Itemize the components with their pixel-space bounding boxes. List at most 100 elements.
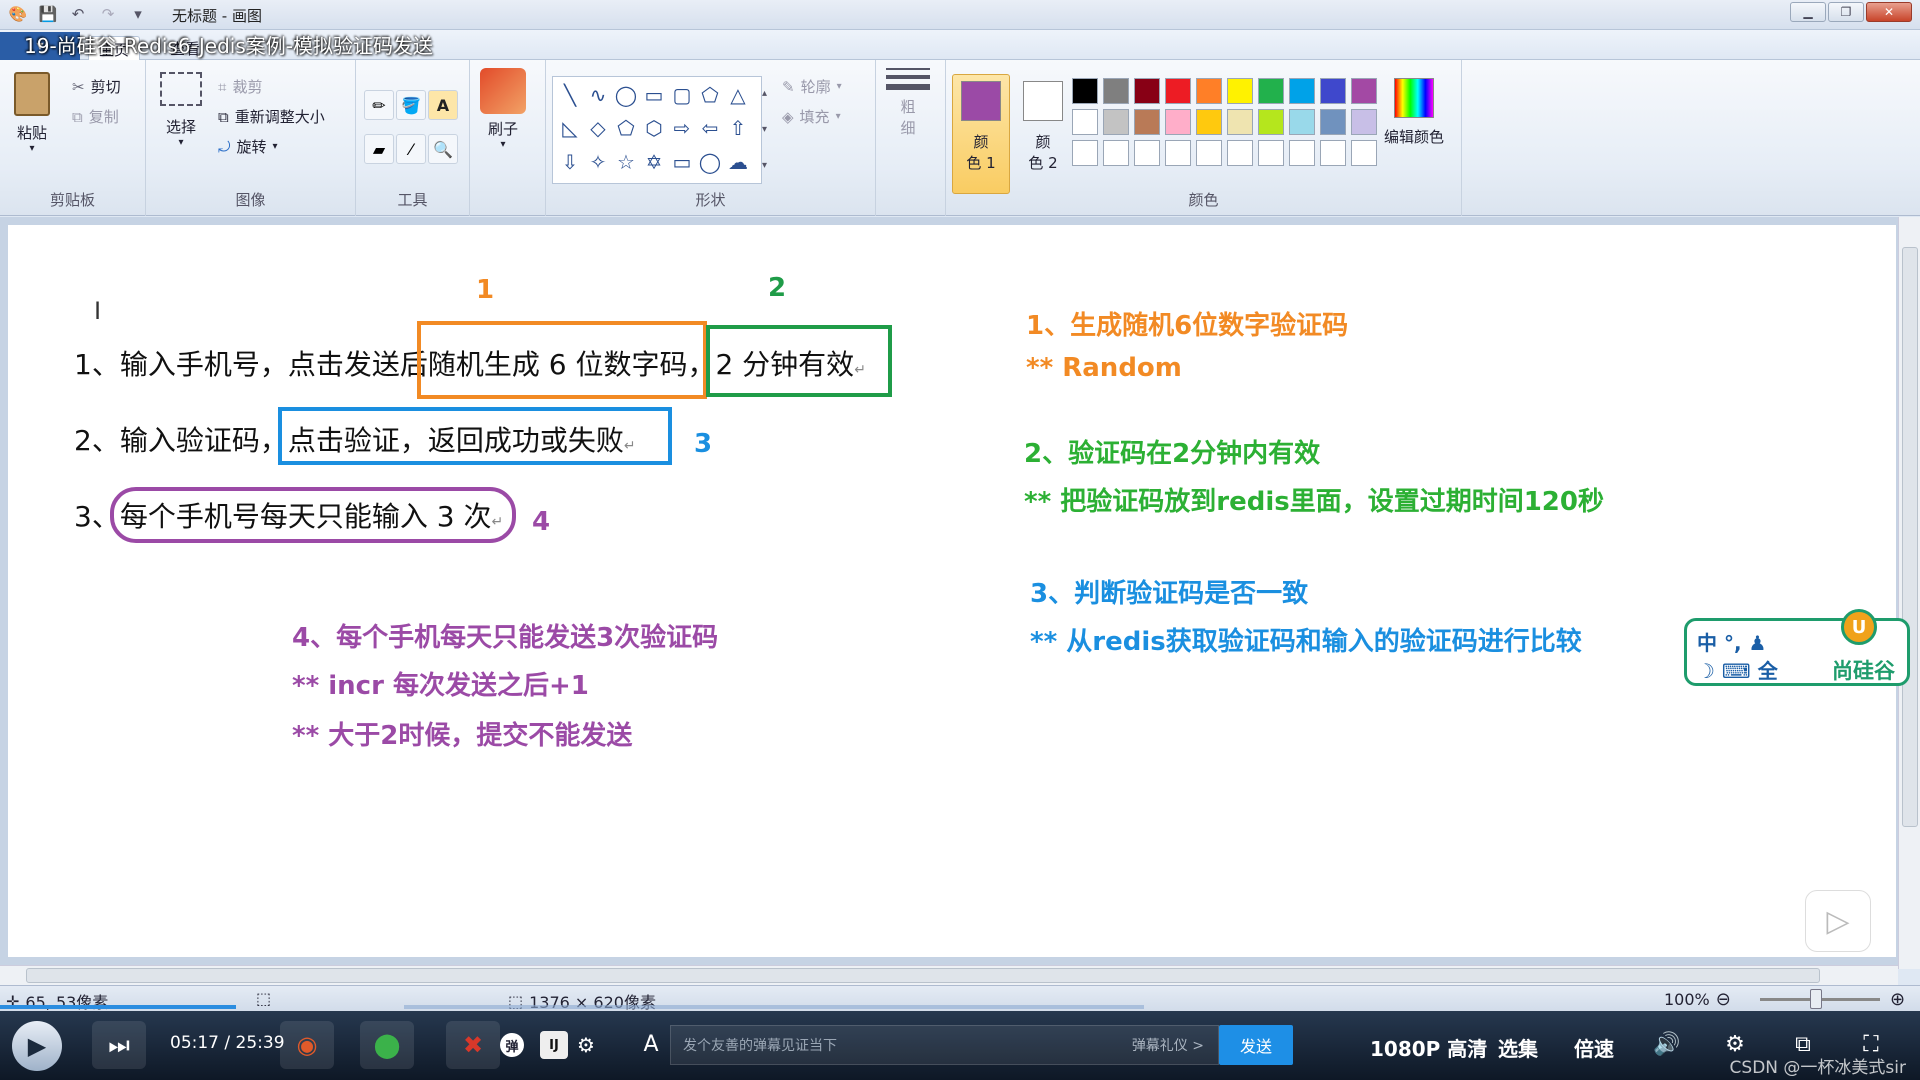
five-point-star-shape-icon[interactable]: ☆	[613, 148, 639, 176]
font-icon[interactable]: A	[636, 1029, 666, 1059]
palette-swatch[interactable]	[1165, 140, 1191, 166]
pentagon-shape-icon[interactable]: ⬠	[613, 114, 639, 142]
text-icon[interactable]: A	[428, 90, 458, 120]
palette-swatch[interactable]	[1227, 78, 1253, 104]
danmu-settings-icon[interactable]: ⚙	[572, 1031, 600, 1059]
curve-shape-icon[interactable]: ∿	[585, 81, 611, 109]
close-button[interactable]: ✕	[1866, 2, 1912, 22]
palette-swatch[interactable]	[1134, 140, 1160, 166]
oval-shape-icon[interactable]: ◯	[613, 81, 639, 109]
palette-swatch[interactable]	[1196, 109, 1222, 135]
next-icon[interactable]: ⏭	[92, 1021, 146, 1069]
drawing-canvas[interactable]: I 1、输入手机号，点击发送后随机生成 6 位数字码，2 分钟有效↵ 1 2 2…	[8, 225, 1896, 957]
triangle-shape-icon[interactable]: △	[725, 81, 751, 109]
fill-bucket-icon[interactable]: 🪣	[396, 90, 426, 120]
resize-button[interactable]: ⧉ 重新调整大小	[218, 106, 325, 127]
mini-play-icon[interactable]: ▷	[1805, 890, 1871, 952]
polygon-shape-icon[interactable]: ⬠	[697, 81, 723, 109]
crop-button[interactable]: ⌗ 裁剪	[218, 76, 262, 97]
speed-button[interactable]: 倍速	[1574, 1033, 1614, 1062]
palette-swatch[interactable]	[1196, 78, 1222, 104]
palette-swatch[interactable]	[1258, 78, 1284, 104]
palette-swatch[interactable]	[1351, 140, 1377, 166]
six-point-star-shape-icon[interactable]: ✡	[641, 148, 667, 176]
palette-swatch[interactable]	[1289, 109, 1315, 135]
size-button[interactable]: 粗 细	[886, 68, 930, 138]
down-arrow-shape-icon[interactable]: ⇩	[557, 148, 583, 176]
up-arrow-shape-icon[interactable]: ⇧	[725, 114, 751, 142]
paste-button[interactable]: 粘贴 ▾	[14, 72, 50, 154]
diamond-shape-icon[interactable]: ◇	[585, 114, 611, 142]
zoom-slider-thumb[interactable]	[1810, 989, 1822, 1009]
palette-swatch[interactable]	[1134, 78, 1160, 104]
palette-swatch[interactable]	[1134, 109, 1160, 135]
palette-swatch[interactable]	[1227, 109, 1253, 135]
customize-chevron-icon[interactable]: ▾	[128, 4, 148, 24]
color-picker-icon[interactable]: ⁄	[396, 134, 426, 164]
palette-swatch[interactable]	[1258, 109, 1284, 135]
color2-button[interactable]: 颜 色 2	[1014, 74, 1072, 194]
palette-swatch[interactable]	[1351, 78, 1377, 104]
rounded-rectangle-shape-icon[interactable]: ▢	[669, 81, 695, 109]
palette-swatch[interactable]	[1289, 140, 1315, 166]
taskbar-app-icon-3[interactable]: ✖	[446, 1021, 500, 1069]
palette-swatch[interactable]	[1165, 109, 1191, 135]
episodes-button[interactable]: 选集	[1498, 1033, 1538, 1062]
vertical-scrollbar[interactable]	[1898, 217, 1920, 969]
video-progress-bar[interactable]	[0, 1005, 236, 1009]
select-button[interactable]: 选择 ▾	[160, 72, 202, 148]
quality-button[interactable]: 1080P 高清	[1370, 1033, 1487, 1062]
eraser-icon[interactable]: ▰	[364, 134, 394, 164]
palette-swatch[interactable]	[1320, 109, 1346, 135]
cut-button[interactable]: ✂ 剪切	[72, 76, 121, 97]
palette-swatch[interactable]	[1320, 78, 1346, 104]
horizontal-scrollbar[interactable]	[0, 965, 1898, 985]
redo-icon[interactable]: ↷	[98, 4, 118, 24]
ime-toolbar[interactable]: U 中 °, ♟ ☽ ⌨ 全 尚硅谷	[1684, 609, 1910, 686]
zoom-in-icon[interactable]: ⊕	[1890, 989, 1905, 1010]
palette-swatch[interactable]	[1072, 78, 1098, 104]
palette-swatch[interactable]	[1072, 109, 1098, 135]
horizontal-scroll-thumb[interactable]	[26, 968, 1820, 983]
cloud-callout-shape-icon[interactable]: ☁	[725, 148, 751, 176]
rectangle-shape-icon[interactable]: ▭	[641, 81, 667, 109]
palette-swatch[interactable]	[1072, 140, 1098, 166]
palette-swatch[interactable]	[1165, 78, 1191, 104]
volume-icon[interactable]: 🔊	[1652, 1029, 1682, 1059]
send-danmu-button[interactable]: 发送	[1219, 1025, 1293, 1065]
left-arrow-shape-icon[interactable]: ⇦	[697, 114, 723, 142]
hexagon-shape-icon[interactable]: ⬡	[641, 114, 667, 142]
right-arrow-shape-icon[interactable]: ⇨	[669, 114, 695, 142]
palette-swatch[interactable]	[1103, 140, 1129, 166]
palette-swatch[interactable]	[1320, 140, 1346, 166]
maximize-button[interactable]: ❐	[1828, 2, 1864, 22]
oval-callout-shape-icon[interactable]: ◯	[697, 148, 723, 176]
paint-app-icon[interactable]: 🎨	[8, 4, 28, 24]
four-point-star-shape-icon[interactable]: ✧	[585, 148, 611, 176]
copy-button[interactable]: ⧉ 复制	[72, 106, 119, 127]
palette-swatch[interactable]	[1103, 78, 1129, 104]
save-icon[interactable]: 💾	[38, 4, 58, 24]
callout-shape-icon[interactable]: ▭	[669, 148, 695, 176]
video-progress-track[interactable]	[404, 1005, 1144, 1009]
brush-button[interactable]: 刷子 ▾	[480, 68, 526, 150]
taskbar-app-icon-2[interactable]: ⬤	[360, 1021, 414, 1069]
palette-swatch[interactable]	[1258, 140, 1284, 166]
palette-swatch[interactable]	[1351, 109, 1377, 135]
fill-button[interactable]: ◈ 填充 ▾	[782, 106, 841, 127]
palette-swatch[interactable]	[1196, 140, 1222, 166]
zoom-out-icon[interactable]: ⊖	[1716, 989, 1731, 1010]
pencil-icon[interactable]: ✏	[364, 90, 394, 120]
line-shape-icon[interactable]: ╲	[557, 81, 583, 109]
outline-button[interactable]: ✎ 轮廓 ▾	[782, 76, 842, 97]
play-button[interactable]: ▶	[12, 1021, 62, 1071]
rotate-button[interactable]: ⤾ 旋转 ▾	[218, 136, 278, 157]
palette-swatch[interactable]	[1227, 140, 1253, 166]
palette-swatch[interactable]	[1289, 78, 1315, 104]
danmu-etiquette-link[interactable]: 弹幕礼仪 >	[1132, 1035, 1204, 1055]
color1-button[interactable]: 颜 色 1	[952, 74, 1010, 194]
vertical-scroll-thumb[interactable]	[1902, 247, 1918, 827]
danmu-toggle-icon[interactable]: 弹	[500, 1033, 524, 1057]
right-triangle-shape-icon[interactable]: ◺	[557, 114, 583, 142]
shapes-scroll[interactable]: ▴ ▾ ▾	[762, 76, 767, 184]
